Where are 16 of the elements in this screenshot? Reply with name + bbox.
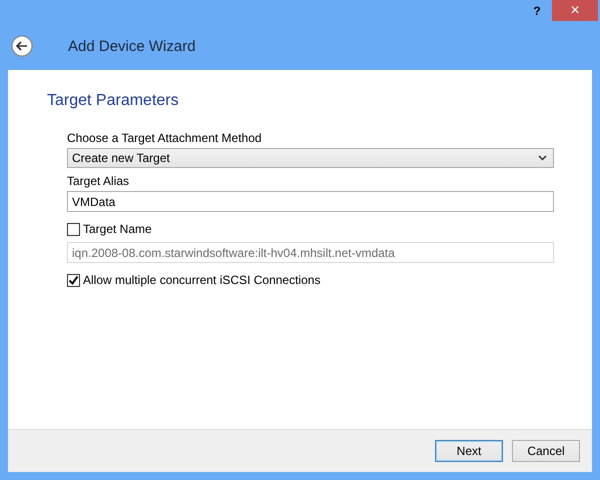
button[interactable]: Cancel — [512, 440, 580, 462]
checkbox[interactable] — [67, 222, 80, 236]
dropdown[interactable]: Create new Target — [67, 148, 554, 168]
back-icon[interactable] — [11, 35, 33, 57]
checkbox-label: Allow multiple concurrent iSCSI Connections — [83, 273, 320, 287]
chevron-down-icon — [538, 155, 547, 161]
checkbox[interactable] — [67, 274, 80, 286]
field-label: Target Alias — [67, 174, 130, 188]
text-field[interactable]: VMData — [67, 191, 554, 212]
close-button[interactable]: × — [552, 0, 598, 21]
default-button[interactable]: Next — [435, 440, 503, 462]
field-label: Choose a Target Attachment Method — [67, 131, 263, 145]
checkbox-label: Target Name — [83, 222, 152, 236]
help-button[interactable]: ? — [522, 0, 552, 22]
window-title: Add Device Wizard — [68, 38, 196, 54]
page-heading: Target Parameters — [47, 92, 180, 110]
